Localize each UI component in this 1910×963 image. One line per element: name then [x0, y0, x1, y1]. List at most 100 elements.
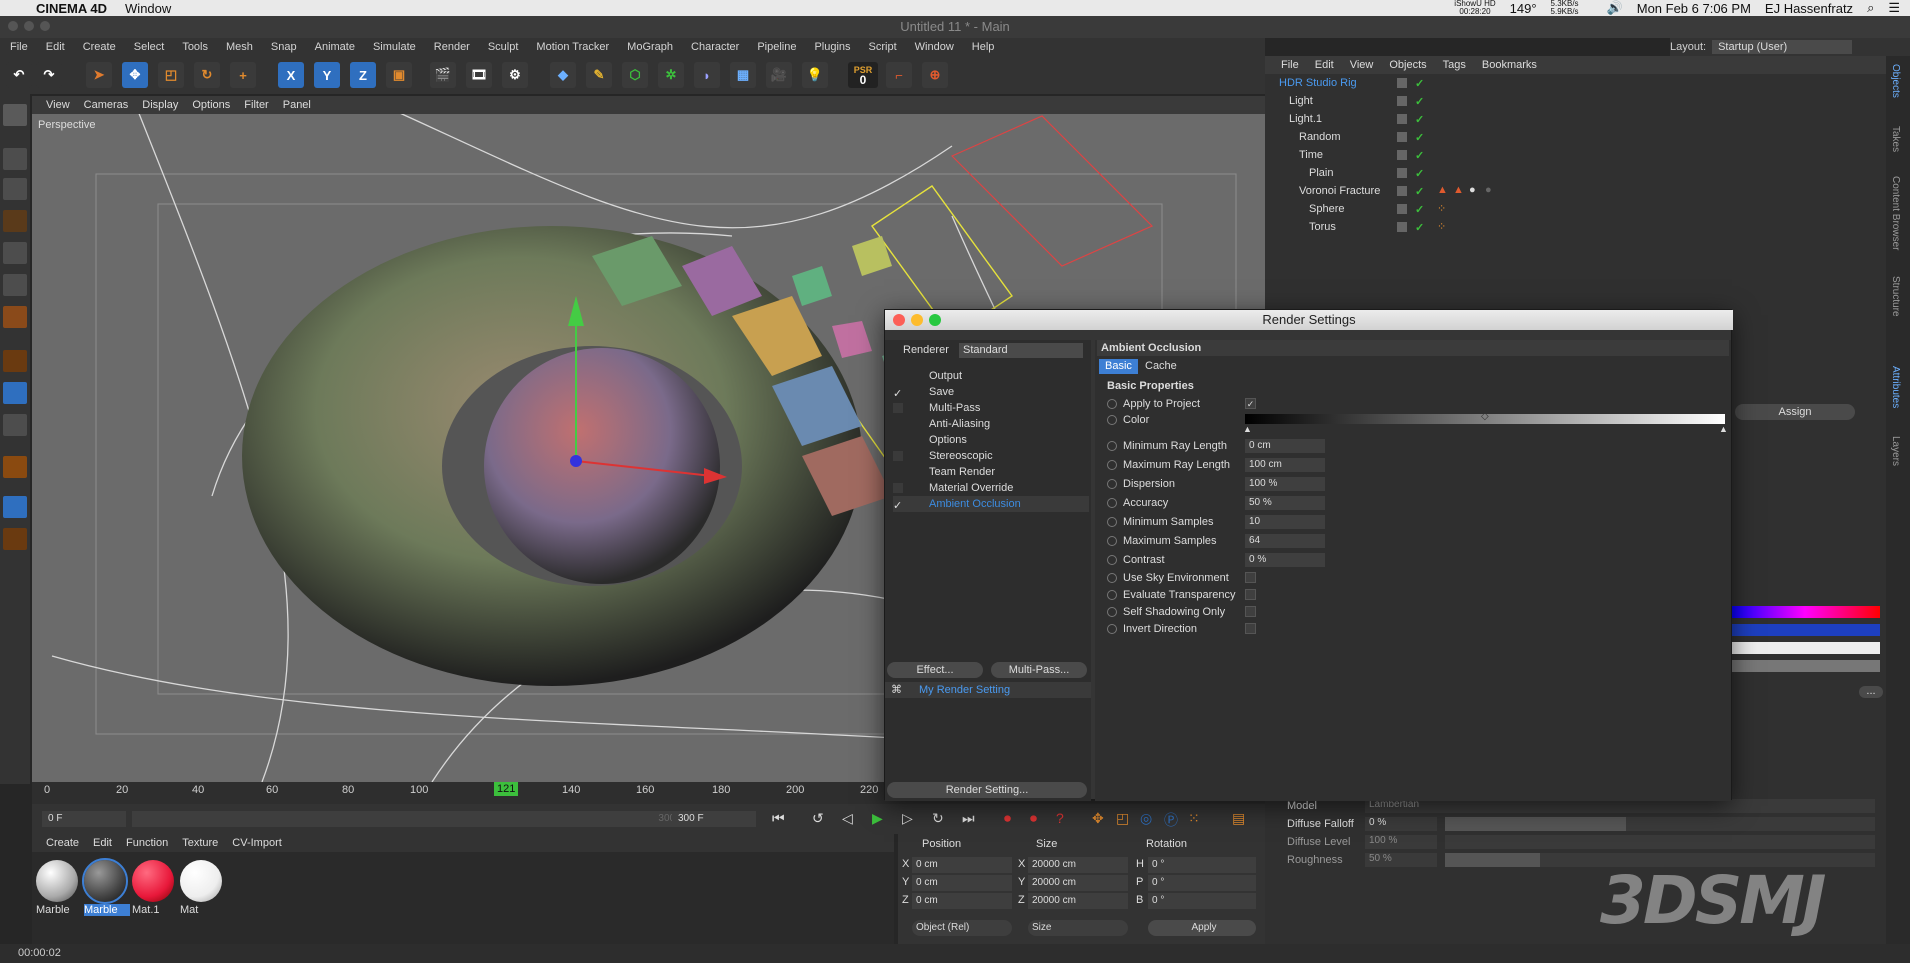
- object-row[interactable]: Light.1 ✓: [1265, 110, 1886, 128]
- autokey-icon[interactable]: ⏺: [1030, 810, 1037, 827]
- check-icon[interactable]: ✓: [893, 387, 903, 400]
- color-swatch[interactable]: [1730, 642, 1880, 654]
- prev-key-icon[interactable]: ↺: [812, 810, 824, 827]
- app-menu[interactable]: CINEMA 4D: [36, 1, 107, 16]
- size-mode-dropdown[interactable]: Size: [1028, 920, 1128, 936]
- select-tool-icon[interactable]: ➤: [86, 62, 112, 88]
- minimize-icon[interactable]: [911, 314, 923, 326]
- rotation-h-field[interactable]: 0 °: [1148, 857, 1256, 873]
- diffuse-falloff-slider[interactable]: [1445, 817, 1875, 831]
- tab-takes[interactable]: Takes: [1890, 126, 1901, 152]
- record-icon[interactable]: ⏺: [1004, 810, 1011, 827]
- rs-item-ambient-occlusion[interactable]: ✓ Ambient Occlusion: [893, 496, 1089, 512]
- model-mode-icon[interactable]: [3, 148, 27, 170]
- tab-structure[interactable]: Structure: [1890, 276, 1901, 317]
- enabled-check-icon[interactable]: ✓: [1415, 95, 1424, 108]
- camera-icon[interactable]: 🎥: [766, 62, 792, 88]
- material-swatch-selected[interactable]: [82, 858, 128, 904]
- render-preset-row[interactable]: ⌘ My Render Setting: [885, 682, 1091, 698]
- visibility-toggle[interactable]: [1397, 186, 1407, 196]
- mat-menu-function[interactable]: Function: [126, 837, 168, 849]
- enabled-check-icon[interactable]: ✓: [1415, 77, 1424, 90]
- rigid-body-tag-icon[interactable]: ▲: [1453, 184, 1464, 196]
- rs-item-options[interactable]: Options: [893, 432, 1089, 448]
- invert-direction-checkbox[interactable]: [1245, 623, 1256, 634]
- redo-icon[interactable]: ↷: [36, 62, 62, 88]
- visibility-toggle[interactable]: [1397, 204, 1407, 214]
- multi-pass-button[interactable]: Multi-Pass...: [991, 662, 1087, 678]
- subdivision-icon[interactable]: ⬡: [622, 62, 648, 88]
- visibility-toggle[interactable]: [1397, 222, 1407, 232]
- spotlight-icon[interactable]: ⌕: [1867, 0, 1874, 16]
- position-x-field[interactable]: 0 cm: [912, 857, 1012, 873]
- diffuse-falloff-field[interactable]: 0 %: [1365, 817, 1437, 831]
- menu-window[interactable]: Window: [915, 41, 954, 53]
- window-menu[interactable]: Window: [125, 1, 171, 16]
- vp-menu-filter[interactable]: Filter: [244, 99, 268, 111]
- more-button[interactable]: ...: [1859, 686, 1883, 698]
- check-icon[interactable]: ✓: [893, 499, 903, 512]
- material-tag-icon[interactable]: ●: [1469, 184, 1476, 196]
- go-to-start-icon[interactable]: ⏮: [772, 810, 785, 827]
- polygons-mode-icon[interactable]: [3, 306, 27, 328]
- menu-plugins[interactable]: Plugins: [814, 41, 850, 53]
- deformer-icon[interactable]: ◗: [694, 62, 720, 88]
- mat-menu-create[interactable]: Create: [46, 837, 79, 849]
- gradient-swatch[interactable]: [1730, 606, 1880, 618]
- mat-menu-cv-import[interactable]: CV-Import: [232, 837, 282, 849]
- diffuse-level-field[interactable]: 100 %: [1365, 835, 1437, 849]
- menu-select[interactable]: Select: [134, 41, 165, 53]
- accuracy-field[interactable]: 50 %: [1245, 496, 1325, 510]
- color-swatch[interactable]: [1730, 624, 1880, 636]
- phong-tag-icon[interactable]: ⁘: [1437, 220, 1446, 233]
- object-row[interactable]: Plain ✓: [1265, 164, 1886, 182]
- vp-menu-cameras[interactable]: Cameras: [84, 99, 129, 111]
- renderer-dropdown[interactable]: Standard: [959, 343, 1083, 358]
- evaluate-transparency-checkbox[interactable]: [1245, 589, 1256, 600]
- datetime[interactable]: Mon Feb 6 7:06 PM: [1637, 1, 1751, 16]
- vp-menu-panel[interactable]: Panel: [283, 99, 311, 111]
- gradient-midpoint-icon[interactable]: ◇: [1481, 411, 1489, 422]
- rs-item-team-render[interactable]: Team Render: [893, 464, 1089, 480]
- material-swatch[interactable]: [36, 860, 78, 902]
- menu-tools[interactable]: Tools: [182, 41, 208, 53]
- axis-mode-icon[interactable]: [3, 350, 27, 372]
- key-param-icon[interactable]: Ⓟ: [1164, 810, 1178, 830]
- position-z-field[interactable]: 0 cm: [912, 893, 1012, 909]
- menu-edit[interactable]: Edit: [46, 41, 65, 53]
- menu-simulate[interactable]: Simulate: [373, 41, 416, 53]
- object-row[interactable]: Sphere ✓ ⁘: [1265, 200, 1886, 218]
- floor-icon[interactable]: ▦: [730, 62, 756, 88]
- ishowu-status[interactable]: iShowU HD 00:28:20: [1454, 0, 1495, 16]
- enabled-check-icon[interactable]: ✓: [1415, 113, 1424, 126]
- notification-icon[interactable]: ☰: [1888, 0, 1900, 16]
- prev-frame-icon[interactable]: ◁: [842, 810, 853, 827]
- apply-to-project-checkbox[interactable]: ✓: [1245, 398, 1256, 409]
- checkbox[interactable]: [893, 451, 903, 461]
- phong-tag-icon[interactable]: ⁘: [1437, 202, 1446, 215]
- cube-icon[interactable]: ◆: [550, 62, 576, 88]
- render-view-icon[interactable]: 🎬: [430, 62, 456, 88]
- tab-cache[interactable]: Cache: [1139, 359, 1183, 374]
- menu-motion-tracker[interactable]: Motion Tracker: [536, 41, 609, 53]
- rs-item-stereoscopic[interactable]: Stereoscopic: [893, 448, 1089, 464]
- rotate-tool-icon[interactable]: ↻: [194, 62, 220, 88]
- position-y-field[interactable]: 0 cm: [912, 875, 1012, 891]
- coord-mode-dropdown[interactable]: Object (Rel): [912, 920, 1012, 936]
- contrast-field[interactable]: 0 %: [1245, 553, 1325, 567]
- keyframe-selection-icon[interactable]: ?: [1056, 810, 1064, 826]
- menu-help[interactable]: Help: [972, 41, 995, 53]
- menu-animate[interactable]: Animate: [315, 41, 355, 53]
- min-ray-length-field[interactable]: 0 cm: [1245, 439, 1325, 453]
- color-swatch[interactable]: [1730, 660, 1880, 672]
- visibility-toggle[interactable]: [1397, 132, 1407, 142]
- vp-menu-display[interactable]: Display: [142, 99, 178, 111]
- enabled-check-icon[interactable]: ✓: [1415, 167, 1424, 180]
- user-name[interactable]: EJ Hassenfratz: [1765, 1, 1853, 16]
- material-swatch[interactable]: [132, 860, 174, 902]
- menu-script[interactable]: Script: [869, 41, 897, 53]
- x-axis-button[interactable]: X: [278, 62, 304, 88]
- go-to-end-icon[interactable]: ⏭: [962, 810, 975, 827]
- apply-button[interactable]: Apply: [1148, 920, 1256, 936]
- enabled-check-icon[interactable]: ✓: [1415, 221, 1424, 234]
